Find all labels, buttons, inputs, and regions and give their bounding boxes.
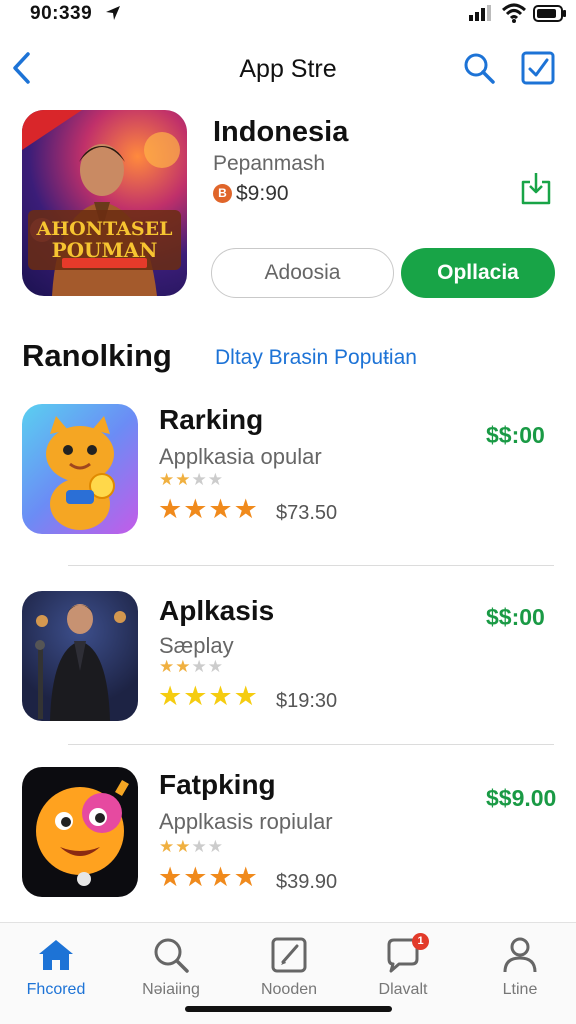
home-indicator[interactable] bbox=[185, 1006, 392, 1012]
app-price[interactable]: $$9.00 bbox=[486, 785, 556, 812]
app-title: Aplkasis bbox=[159, 595, 275, 626]
secondary-action-button[interactable]: Adoosia bbox=[211, 248, 394, 298]
app-price[interactable]: $$:00 bbox=[486, 604, 545, 631]
battery-icon bbox=[533, 5, 566, 22]
app-title: Rarking bbox=[159, 404, 264, 435]
status-time: 90:339 bbox=[30, 3, 93, 24]
cat-mascot-app-icon bbox=[22, 404, 138, 534]
app-title: Fatpking bbox=[159, 769, 276, 800]
status-bar: 90:339 bbox=[0, 0, 576, 32]
app-subtitle: Sæplay bbox=[159, 633, 234, 658]
featured-app-subtitle: Pepanmash bbox=[213, 152, 326, 175]
notification-badge: 1 bbox=[412, 933, 429, 950]
tab-featured[interactable]: Fhcored bbox=[6, 935, 106, 999]
featured-app-artwork[interactable]: AHONTASEL POUMAN bbox=[22, 110, 187, 296]
wifi-icon bbox=[502, 3, 526, 23]
app-list-item[interactable]: Rarking Applkasia opular ★★★★ ★★★★ $73.5… bbox=[0, 404, 576, 544]
tab-messages[interactable]: 1 Dlavalt bbox=[353, 933, 453, 999]
edit-icon bbox=[271, 937, 307, 973]
app-amount: $19:30 bbox=[276, 690, 338, 712]
tab-label: Nooden bbox=[260, 981, 318, 998]
featured-app-price: $9:90 bbox=[236, 182, 289, 205]
singer-photo-app-icon bbox=[22, 591, 138, 721]
tab-label: Ltine bbox=[502, 981, 538, 998]
app-store-screen: 90:339 App Stre AHONTASEL POUMAN Indones… bbox=[0, 0, 576, 1024]
rating-stars-small: ★★★★ bbox=[159, 837, 224, 856]
section-see-all-link[interactable]: Dltay Brasin Popuŧian bbox=[215, 346, 417, 370]
cellular-signal-icon bbox=[469, 5, 491, 21]
artwork-title-line1: AHONTASEL bbox=[36, 218, 173, 240]
app-price[interactable]: $$:00 bbox=[486, 422, 545, 449]
rating-stars-small: ★★★★ bbox=[159, 470, 224, 489]
app-list-item[interactable]: Aplkasis Sæplay ★★★★ ★★★★ $19:30 $$:00 bbox=[0, 591, 576, 731]
row-divider bbox=[68, 565, 554, 566]
app-subtitle: Applkasis ropiular bbox=[159, 809, 333, 834]
get-app-button[interactable]: Opllacia bbox=[401, 248, 555, 298]
section-title: Ranolking bbox=[22, 338, 172, 373]
house-icon bbox=[39, 940, 73, 970]
rating-stars: ★★★★ bbox=[158, 862, 259, 892]
emoji-character-app-icon bbox=[22, 767, 138, 897]
featured-app-title: Indonesia bbox=[213, 116, 349, 148]
rating-stars: ★★★★ bbox=[158, 494, 259, 524]
app-amount: $39.90 bbox=[276, 871, 338, 893]
rating-stars: ★★★★ bbox=[158, 681, 259, 711]
app-amount: $73.50 bbox=[276, 502, 338, 524]
featured-artwork-illustration bbox=[22, 110, 181, 296]
tab-label: Fhcored bbox=[26, 981, 86, 998]
search-icon bbox=[154, 938, 189, 973]
location-arrow-icon bbox=[106, 6, 120, 20]
search-icon[interactable] bbox=[462, 51, 496, 85]
share-icon[interactable] bbox=[519, 170, 553, 206]
coin-icon: B bbox=[213, 184, 232, 203]
compose-icon[interactable] bbox=[520, 50, 556, 86]
artwork-title-line2: POUMAN bbox=[51, 238, 158, 262]
tab-search[interactable]: Nəiaiing bbox=[121, 935, 221, 999]
tab-label: Dlavalt bbox=[378, 981, 428, 998]
tab-profile[interactable]: Ltine bbox=[470, 935, 570, 999]
tab-label: Nəiaiing bbox=[142, 981, 200, 998]
rating-stars-small: ★★★★ bbox=[159, 657, 224, 676]
person-icon bbox=[503, 937, 537, 973]
tab-edit[interactable]: Nooden bbox=[239, 935, 339, 999]
app-subtitle: Applkasia opular bbox=[159, 444, 322, 469]
app-list-item[interactable]: Fatpking Applkasis ropiular ★★★★ ★★★★ $3… bbox=[0, 767, 576, 907]
row-divider bbox=[68, 744, 554, 745]
